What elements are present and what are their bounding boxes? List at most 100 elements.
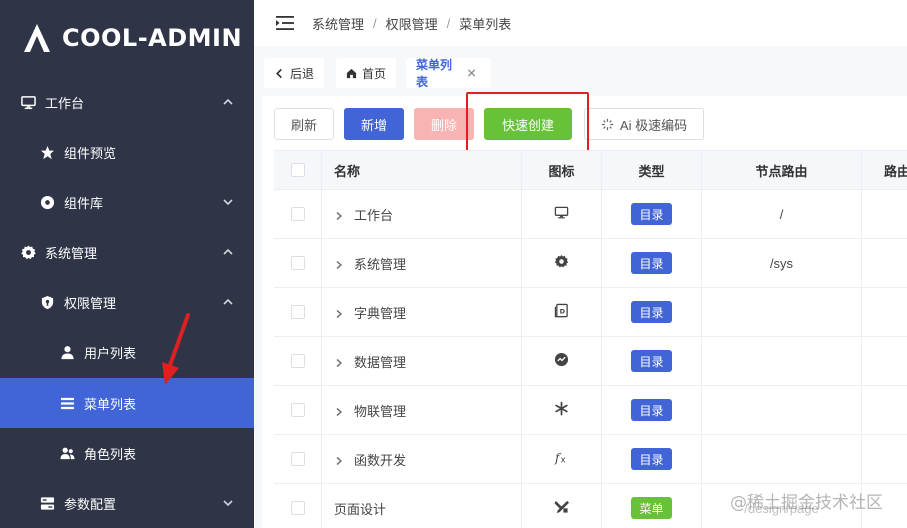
cell-route [702, 337, 862, 385]
chevron-right-icon[interactable] [334, 258, 344, 270]
sidebar-item-workbench[interactable]: 工作台 [0, 77, 254, 127]
cell-icon [522, 239, 602, 287]
sidebar-item-role-list[interactable]: 角色列表 [0, 428, 254, 478]
row-checkbox[interactable] [290, 501, 305, 515]
delete-button[interactable]: 删除 [414, 108, 474, 140]
sidebar-item-permission[interactable]: 权限管理 [0, 277, 254, 327]
table-row[interactable]: 函数开发 f x 目录 [274, 435, 907, 484]
table-row[interactable]: 工作台 目录 / [274, 190, 907, 239]
row-select[interactable] [274, 484, 322, 528]
cell-router [862, 288, 907, 336]
chevron-left-icon [276, 68, 282, 78]
home-icon [346, 68, 357, 78]
ai-code-button[interactable]: Ai 极速编码 [584, 108, 704, 140]
cell-router [862, 435, 907, 483]
menu-fold-icon[interactable] [276, 15, 294, 31]
gear-icon [554, 254, 569, 272]
row-select[interactable] [274, 190, 322, 238]
breadcrumb: 系统管理 / 权限管理 / 菜单列表 [312, 14, 511, 33]
row-checkbox[interactable] [290, 354, 305, 368]
fx-icon: fx [554, 450, 569, 468]
cell-name: 函数开发 [322, 435, 522, 483]
row-checkbox[interactable] [290, 256, 305, 270]
sparkle-icon [601, 118, 613, 130]
team-icon [59, 445, 75, 461]
sidebar-item-label: 菜单列表 [84, 396, 137, 412]
table-row[interactable]: 字典管理 D 目录 [274, 288, 907, 337]
list-icon [59, 395, 75, 411]
chevron-up-icon [222, 246, 234, 258]
annotation-highlight-box [466, 92, 589, 154]
cell-icon [522, 386, 602, 434]
sidebar-item-label: 用户列表 [84, 345, 137, 361]
breadcrumb-item[interactable]: 权限管理 [386, 14, 438, 33]
tab-home[interactable]: 首页 [336, 58, 396, 88]
table-header: 名称 图标 类型 节点路由 路由 [274, 150, 907, 190]
chevron-right-icon[interactable] [334, 405, 344, 417]
column-header-route: 节点路由 [702, 151, 862, 189]
cell-route: / [702, 190, 862, 238]
back-button[interactable]: 后退 [264, 58, 324, 88]
breadcrumb-item[interactable]: 系统管理 [312, 14, 364, 33]
chevron-right-icon[interactable] [334, 209, 344, 221]
cell-name: 数据管理 [322, 337, 522, 385]
add-button[interactable]: 新增 [344, 108, 404, 140]
tab-menu-list[interactable]: 菜单列表 [406, 58, 491, 89]
annotation-arrow [162, 313, 190, 385]
row-select[interactable] [274, 288, 322, 336]
table-row[interactable]: 系统管理 目录/sys [274, 239, 907, 288]
cell-name: 工作台 [322, 190, 522, 238]
svg-text:D: D [560, 307, 566, 315]
sidebar-item-component-library[interactable]: 组件库 [0, 177, 254, 227]
column-header-type: 类型 [602, 151, 702, 189]
watermark: @稀土掘金技术社区 [730, 493, 883, 513]
cell-name: 页面设计 [322, 484, 522, 528]
user-icon [59, 344, 75, 360]
type-tag: 目录 [631, 448, 672, 470]
cell-icon: D [522, 288, 602, 336]
header-select-all[interactable] [274, 151, 322, 189]
data-icon [554, 352, 569, 370]
cell-route: /sys [702, 239, 862, 287]
cell-type: 目录 [602, 386, 702, 434]
cell-router [862, 190, 907, 238]
cell-type: 目录 [602, 239, 702, 287]
row-checkbox[interactable] [290, 403, 305, 417]
menu-name: 工作台 [354, 207, 394, 223]
sidebar-item-params[interactable]: 参数配置 [0, 478, 254, 528]
chevron-right-icon[interactable] [334, 454, 344, 466]
refresh-button[interactable]: 刷新 [274, 108, 334, 140]
sidebar-item-user-list[interactable]: 用户列表 [0, 327, 254, 377]
sidebar-item-menu-list[interactable]: 菜单列表 [0, 378, 254, 428]
close-icon[interactable] [467, 68, 476, 78]
chevron-down-icon [222, 196, 234, 208]
chevron-right-icon[interactable] [334, 356, 344, 368]
menu-table: 名称 图标 类型 节点路由 路由 工作台 目录 / 系统管理 目录/sys 字典管理 D 目录… [274, 150, 907, 528]
monitor-icon [20, 94, 36, 110]
row-select[interactable] [274, 386, 322, 434]
table-row[interactable]: 物联管理 目录 [274, 386, 907, 435]
sidebar-item-component-preview[interactable]: 组件预览 [0, 127, 254, 177]
row-checkbox[interactable] [290, 305, 305, 319]
row-select[interactable] [274, 435, 322, 483]
row-checkbox[interactable] [290, 207, 305, 221]
row-select[interactable] [274, 239, 322, 287]
main-content: 刷新 新增 删除 快速创建 Ai 极速编码 名称 图标 类型 节点路由 路由 工… [262, 92, 907, 528]
column-header-router: 路由 [862, 151, 907, 189]
table-row[interactable]: 数据管理 目录 [274, 337, 907, 386]
sidebar: COOL-ADMIN 工作台 组件预览 组件库 系统管理 权限管理 用户列表 菜… [0, 0, 254, 528]
cell-router [862, 386, 907, 434]
chevron-up-icon [222, 96, 234, 108]
row-select[interactable] [274, 337, 322, 385]
shield-icon [39, 294, 55, 310]
select-all-checkbox[interactable] [290, 163, 305, 177]
column-header-name: 名称 [322, 151, 522, 189]
logo-icon [24, 24, 50, 52]
row-checkbox[interactable] [290, 452, 305, 466]
sidebar-item-label: 组件库 [64, 195, 104, 211]
chevron-up-icon [222, 296, 234, 308]
sidebar-item-system[interactable]: 系统管理 [0, 227, 254, 277]
brand-logo[interactable]: COOL-ADMIN [0, 0, 254, 76]
chevron-right-icon[interactable] [334, 307, 344, 319]
cell-name: 物联管理 [322, 386, 522, 434]
